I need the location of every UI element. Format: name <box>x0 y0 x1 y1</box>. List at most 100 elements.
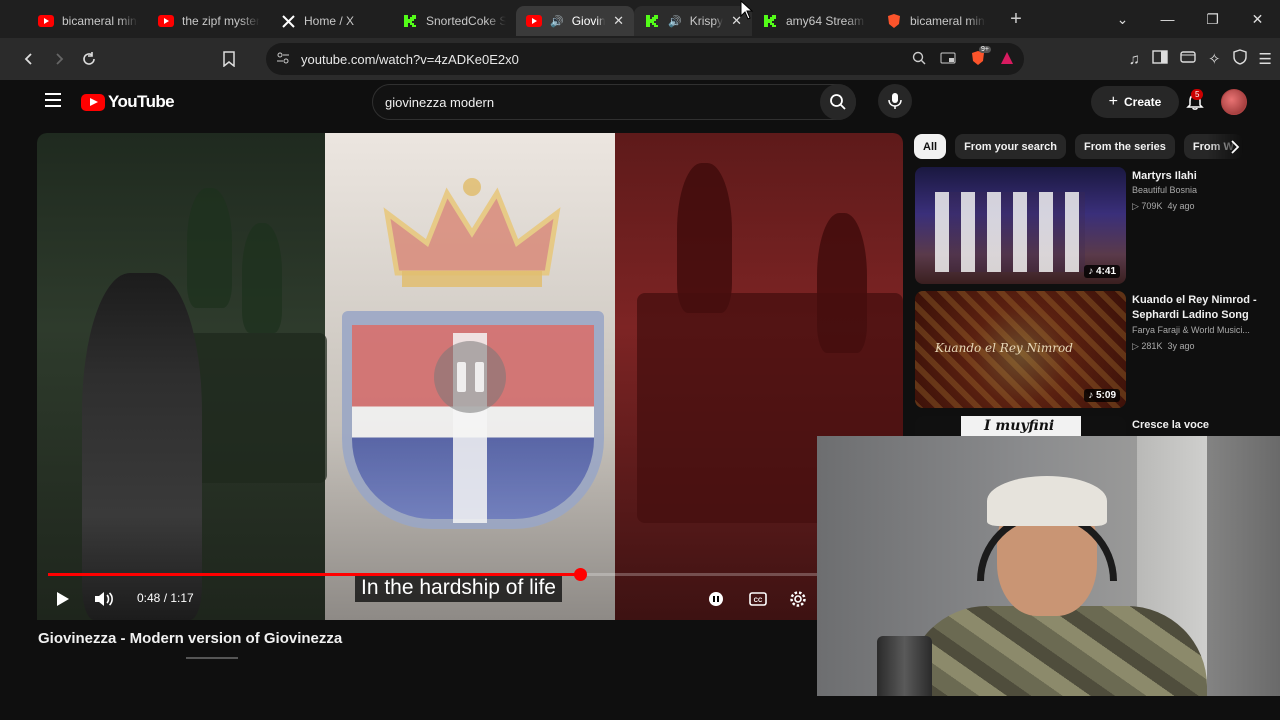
youtube-icon <box>158 13 174 29</box>
close-tab-icon[interactable]: ✕ <box>613 13 624 29</box>
youtube-play-icon <box>81 93 105 111</box>
video-thumbnail[interactable]: Kuando el Rey Nimrod ♪ 5:09 <box>915 291 1126 408</box>
brave-rewards-icon[interactable] <box>1000 51 1014 68</box>
browser-tab[interactable]: bicameral mind <box>28 6 148 36</box>
search-box[interactable]: giovinezza modern ✕ <box>372 84 856 120</box>
chips-next-icon[interactable] <box>1222 134 1247 159</box>
minimize-button[interactable]: — <box>1145 11 1190 27</box>
recommendation-item[interactable]: I muyfini Cresce la voce <box>915 416 1255 436</box>
mouse-cursor-icon <box>740 0 754 20</box>
audio-playing-icon[interactable]: 🔊 <box>550 15 564 28</box>
duration-text: 4:41 <box>1095 266 1116 277</box>
tab-title: Home / X <box>304 14 355 28</box>
wallet-icon[interactable] <box>1180 50 1196 68</box>
plus-icon: + <box>1108 93 1118 110</box>
back-button[interactable] <box>14 44 44 74</box>
video-player[interactable]: In the hardship of life 0:48 / 1:17 CC <box>37 133 903 620</box>
rec-channel[interactable]: Farya Faraji & World Musici... <box>1132 325 1257 335</box>
duration-badge: ♪ 4:41 <box>1084 265 1120 278</box>
browser-tab[interactable]: Home / X <box>270 6 392 36</box>
brave-shields-icon[interactable]: 9+ <box>970 45 991 69</box>
youtube-icon <box>526 13 542 29</box>
sidebar-icon[interactable] <box>1152 50 1168 68</box>
browser-extensions: ♫ ✧ ☰ <box>1129 38 1272 80</box>
thumbnail-text: I muyfini <box>984 418 1055 434</box>
cast-icon[interactable] <box>940 51 956 68</box>
mute-button[interactable] <box>92 581 116 617</box>
browser-tab[interactable]: 🔊KrispyW✕ <box>634 6 752 36</box>
close-window-button[interactable]: ✕ <box>1235 11 1280 28</box>
webcam-drink-can <box>877 636 932 696</box>
youtube-logo[interactable]: YouTube <box>81 92 175 112</box>
brave-icon <box>886 13 902 29</box>
svg-text:CC: CC <box>754 598 763 604</box>
crown-icon <box>383 178 561 287</box>
voice-search-button[interactable] <box>878 84 912 118</box>
rec-title[interactable]: Kuando el Rey Nimrod - Sephardi Ladino S… <box>1132 293 1257 323</box>
video-title[interactable]: Giovinezza - Modern version of Giovinezz… <box>38 630 342 647</box>
settings-button[interactable] <box>787 581 809 617</box>
media-controls-icon[interactable]: ♫ <box>1129 51 1140 68</box>
center-pause-button[interactable] <box>434 341 506 413</box>
rec-channel[interactable]: Beautiful Bosnia <box>1132 185 1257 195</box>
browser-tab[interactable]: amy64 Stream <box>752 6 876 36</box>
zoom-icon[interactable] <box>912 51 926 68</box>
maximize-button[interactable]: ❐ <box>1190 11 1235 28</box>
browser-tab[interactable]: 🔊 Giovine ✕ <box>516 6 634 36</box>
play-button[interactable] <box>51 581 75 617</box>
rec-title[interactable]: Martyrs Ilahi <box>1132 169 1257 184</box>
thumbnail-text: Kuando el Rey Nimrod <box>935 341 1073 355</box>
webcam-person-shirt <box>907 606 1207 696</box>
new-tab-button[interactable]: + <box>1002 5 1030 33</box>
audio-playing-icon[interactable]: 🔊 <box>668 15 682 28</box>
browser-tab[interactable]: the zipf mystery <box>148 6 270 36</box>
autoplay-toggle[interactable] <box>705 581 727 617</box>
rec-age: 3y ago <box>1167 341 1195 351</box>
tab-title: the zipf mystery <box>182 14 260 28</box>
filter-chip[interactable]: All <box>914 134 947 159</box>
tab-title: amy64 Stream <box>786 14 865 28</box>
browser-tab[interactable]: bicameral mind <box>876 6 996 36</box>
rec-views: 281K <box>1141 341 1163 351</box>
x-icon <box>280 13 296 29</box>
rec-views: 709K <box>1141 201 1163 211</box>
reload-button[interactable] <box>74 44 104 74</box>
gear-icon <box>790 591 806 607</box>
captions-button[interactable]: CC <box>747 581 769 617</box>
window-controls: ⌄ — ❐ ✕ <box>1100 0 1280 38</box>
site-settings-icon[interactable] <box>276 51 290 70</box>
video-thumbnail[interactable]: I muyfini <box>915 416 1126 436</box>
leo-ai-icon[interactable]: ✧ <box>1208 50 1221 68</box>
cc-icon: CC <box>749 592 767 606</box>
vpn-icon[interactable] <box>1232 49 1247 69</box>
kick-icon <box>402 13 418 29</box>
bookmark-icon[interactable] <box>214 44 244 74</box>
thumbnail-figures <box>935 192 1085 272</box>
filter-chip[interactable]: From your search <box>955 134 1066 159</box>
play-icon <box>57 592 69 606</box>
tab-search-chevron-icon[interactable]: ⌄ <box>1100 11 1145 28</box>
player-controls: 0:48 / 1:17 CC <box>37 581 903 617</box>
filter-chip[interactable]: From the series <box>1074 134 1175 159</box>
account-avatar[interactable] <box>1221 89 1247 115</box>
url-text[interactable]: youtube.com/watch?v=4zADKe0E2x0 <box>301 52 519 67</box>
video-thumbnail[interactable]: ♪ 4:41 <box>915 167 1126 284</box>
recommendation-item[interactable]: Kuando el Rey Nimrod ♪ 5:09 Kuando el Re… <box>915 291 1257 411</box>
soldier-silhouette <box>187 188 232 308</box>
progress-bar[interactable] <box>48 568 892 581</box>
menu-icon[interactable]: ☰ <box>1259 50 1272 68</box>
youtube-header: YouTube giovinezza modern ✕ + Create 5 <box>25 80 1280 124</box>
forward-button[interactable] <box>44 44 74 74</box>
address-bar-actions: 9+ <box>912 43 1014 75</box>
guide-menu-icon[interactable] <box>45 93 61 107</box>
rec-title[interactable]: Cresce la voce <box>1132 418 1255 433</box>
webcam-overlay <box>817 436 1280 696</box>
scrubber-handle[interactable] <box>574 568 587 581</box>
search-button[interactable] <box>820 84 856 120</box>
recommendation-item[interactable]: ♪ 4:41 Martyrs Ilahi Beautiful Bosnia ▷ … <box>915 167 1255 287</box>
address-bar[interactable]: youtube.com/watch?v=4zADKe0E2x0 9+ <box>266 43 1024 75</box>
browser-tab[interactable]: SnortedCoke S <box>392 6 516 36</box>
search-input[interactable]: giovinezza modern <box>385 95 826 110</box>
create-button[interactable]: + Create <box>1091 86 1179 118</box>
tab-title: KrispyW <box>689 14 724 28</box>
